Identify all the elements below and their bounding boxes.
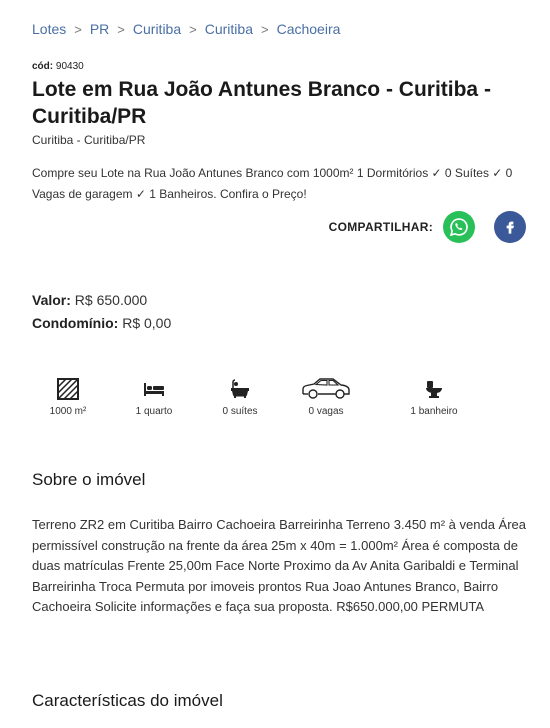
feature-area: 1000 m² — [28, 376, 108, 417]
about-text: Terreno ZR2 em Curitiba Bairro Cachoeira… — [32, 517, 526, 614]
feature-parking-label: 0 vagas — [308, 406, 344, 417]
feature-suites-label: 0 suítes — [222, 406, 258, 417]
code-value: 90430 — [55, 61, 84, 72]
feature-parking: 0 vagas — [286, 376, 366, 417]
price-row: Valor: R$ 650.000 — [32, 292, 147, 308]
bed-icon — [144, 383, 164, 396]
bathtub-icon — [231, 379, 249, 398]
car-icon — [302, 378, 350, 399]
chevron-right-icon: > — [189, 21, 197, 37]
chevron-right-icon: > — [117, 21, 125, 37]
condo-fee-row: Condomínio: R$ 0,00 — [32, 315, 171, 331]
feature-bathrooms-label: 1 banheiro — [410, 406, 458, 417]
breadcrumb-pr[interactable]: PR — [90, 21, 109, 37]
area-icon — [57, 378, 79, 400]
breadcrumb-cachoeira[interactable]: Cachoeira — [277, 21, 341, 37]
chevron-right-icon: > — [74, 21, 82, 37]
feature-bedrooms-label: 1 quarto — [135, 406, 173, 417]
whatsapp-share-button[interactable] — [443, 211, 475, 243]
feature-bathrooms: 1 banheiro — [394, 376, 474, 417]
share-bar: COMPARTILHAR: — [329, 211, 526, 243]
facebook-icon — [506, 221, 514, 234]
toilet-icon — [426, 381, 442, 398]
facebook-share-button[interactable] — [494, 211, 526, 243]
condo-fee-value: R$ 0,00 — [122, 315, 172, 331]
breadcrumb-lotes[interactable]: Lotes — [32, 21, 66, 37]
feature-bedrooms: 1 quarto — [114, 376, 194, 417]
condo-fee-label: Condomínio: — [32, 315, 119, 331]
breadcrumb-curitiba-city[interactable]: Curitiba — [133, 21, 181, 37]
characteristics-section-title: Características do imóvel — [32, 691, 223, 710]
share-label: COMPARTILHAR: — [328, 220, 433, 234]
location-subtitle: Curitiba - Curitiba/PR — [32, 133, 146, 147]
whatsapp-icon — [449, 218, 468, 237]
price-value: R$ 650.000 — [74, 292, 148, 308]
property-summary: Compre seu Lote na Rua João Antunes Bran… — [32, 166, 513, 201]
feature-area-label: 1000 m² — [49, 406, 87, 417]
page-title: Lote em Rua João Antunes Branco - Curiti… — [32, 78, 491, 128]
feature-suites: 0 suítes — [200, 376, 280, 417]
breadcrumb: Lotes > PR > Curitiba > Curitiba > Cacho… — [32, 21, 340, 37]
about-section-title: Sobre o imóvel — [32, 470, 146, 489]
property-code: cód: 90430 — [32, 61, 84, 72]
chevron-right-icon: > — [260, 21, 269, 37]
breadcrumb-curitiba-region[interactable]: Curitiba — [205, 21, 253, 37]
price-label: Valor: — [32, 292, 71, 308]
features-row: 1000 m² 1 quarto 0 suítes 0 vagas 1 banh… — [28, 376, 508, 426]
code-label: cód: — [32, 61, 54, 72]
